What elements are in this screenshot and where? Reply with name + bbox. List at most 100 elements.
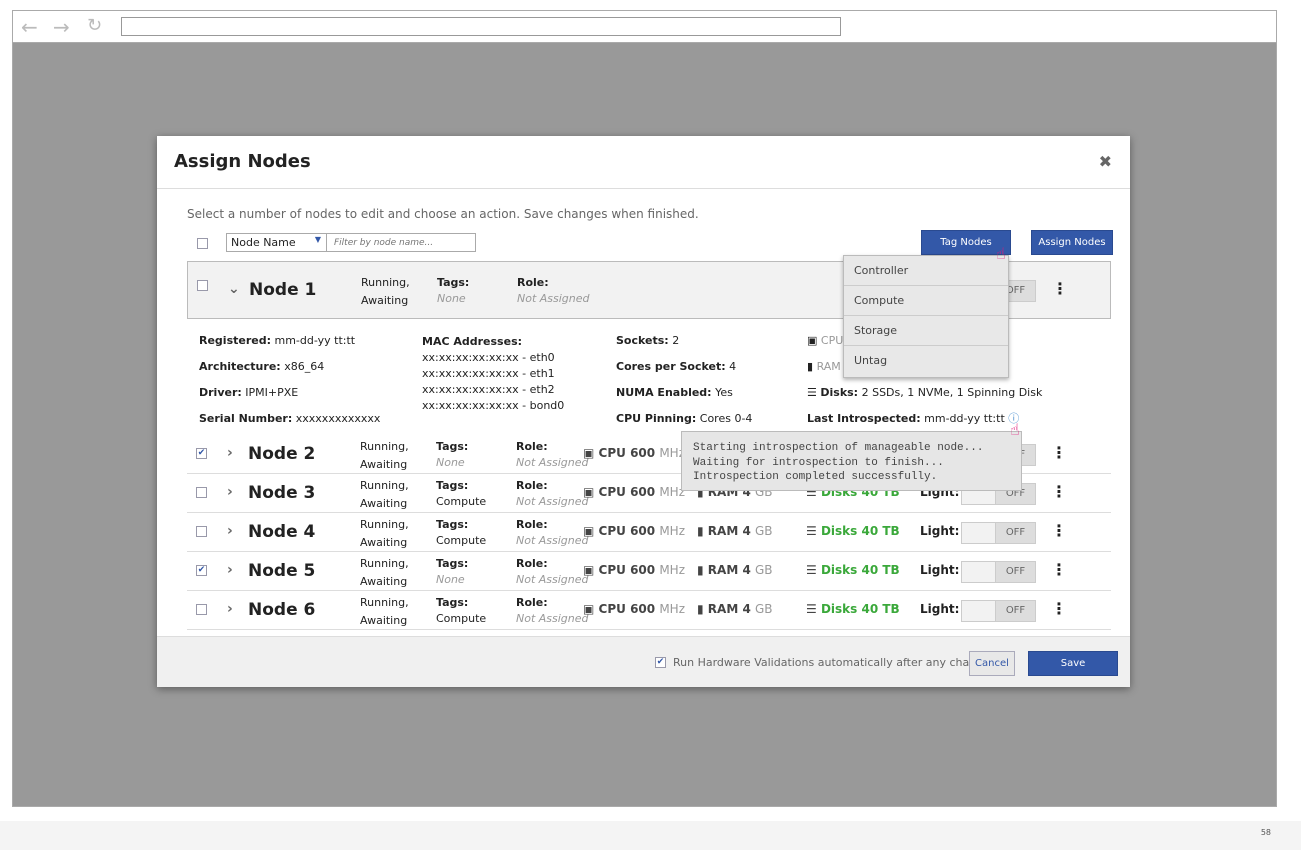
menu-item-controller[interactable]: Controller [844, 256, 1008, 286]
node-checkbox[interactable]: ✔ [196, 565, 207, 576]
cpu-icon: ▣ [583, 485, 595, 499]
reload-icon[interactable]: ↻ [87, 15, 102, 36]
ram-icon: ▮ [807, 360, 814, 373]
node-checkbox[interactable] [196, 487, 207, 498]
select-all-checkbox[interactable] [197, 238, 208, 249]
disks-icon: ☰ [806, 524, 817, 538]
node-status: Running, Awaiting [360, 518, 409, 549]
kebab-menu-icon[interactable]: ⋮ [1051, 482, 1067, 501]
ram-icon: ▮ [697, 563, 704, 577]
node-cpu: ▣ CPU 600 MHz [583, 563, 686, 577]
disks-icon: ☰ [807, 386, 817, 399]
menu-item-storage[interactable]: Storage [844, 316, 1008, 346]
save-button[interactable]: Save [1028, 651, 1118, 676]
divider [157, 188, 1130, 189]
dialog-title: Assign Nodes [174, 151, 311, 172]
chevron-down-icon[interactable]: ⌄ [228, 281, 240, 297]
node-role: Role: Not Assigned [516, 479, 589, 508]
ram-icon: ▮ [697, 602, 704, 616]
sockets: Sockets: 2 [616, 334, 680, 347]
chevron-right-icon[interactable]: › [227, 601, 233, 617]
node-row[interactable]: ✔ › Node 5 Running, Awaiting Tags: None Ro… [187, 552, 1111, 591]
disks-icon: ☰ [806, 563, 817, 577]
light-toggle[interactable]: OFF [961, 561, 1036, 583]
assign-nodes-dialog: Assign Nodes ✖ Select a number of nodes … [157, 136, 1130, 687]
chevron-right-icon[interactable]: › [227, 562, 233, 578]
node-tags: Tags: Compute [436, 596, 487, 625]
node-role: Role: Not Assigned [516, 518, 589, 547]
disks-detail: ☰ Disks: 2 SSDs, 1 NVMe, 1 Spinning Disk [807, 386, 1043, 399]
caret-down-icon: ▼ [314, 235, 321, 244]
node-name[interactable]: Node 4 [248, 522, 315, 542]
filter-input[interactable] [328, 234, 474, 251]
chevron-right-icon[interactable]: › [227, 445, 233, 461]
cores-per-socket: Cores per Socket: 4 [616, 360, 737, 373]
light-toggle[interactable]: OFF [961, 522, 1036, 544]
node-row[interactable]: › Node 6 Running, Awaiting Tags: Compute R… [187, 591, 1111, 630]
node-disks: ☰ Disks 40 TB [806, 563, 900, 577]
node-cpu: ▣ CPU 600 MHz [583, 602, 686, 616]
node-ram: ▮ RAM 4 GB [697, 524, 773, 538]
node-cpu: ▣ CPU 600 MHz [583, 524, 686, 538]
node-status: Running, Awaiting [360, 440, 409, 471]
browser-toolbar: ← → ↻ [13, 11, 1276, 43]
close-icon[interactable]: ✖ [1099, 152, 1112, 171]
disks-icon: ☰ [806, 602, 817, 616]
kebab-menu-icon[interactable]: ⋮ [1051, 599, 1067, 618]
node-tags: Tags: Compute [436, 518, 487, 547]
back-icon[interactable]: ← [21, 15, 38, 39]
node-name[interactable]: Node 5 [248, 561, 315, 581]
cpu-icon: ▣ [583, 563, 595, 577]
node-row[interactable]: › Node 4 Running, Awaiting Tags: Compute R… [187, 513, 1111, 552]
node-status: Running, Awaiting [360, 479, 409, 510]
node-name[interactable]: Node 2 [248, 444, 315, 464]
architecture: Architecture: x86_64 [199, 360, 325, 373]
slide-footer [0, 821, 1301, 850]
node-checkbox[interactable] [197, 279, 208, 291]
cancel-button[interactable]: Cancel [969, 651, 1015, 676]
filter-bar: Node Name ▼ [226, 233, 476, 252]
filter-field-select[interactable]: Node Name ▼ [227, 234, 327, 251]
chevron-right-icon[interactable]: › [227, 484, 233, 500]
node-disks: ☰ Disks 40 TB [806, 524, 900, 538]
cpu-icon: ▣ [583, 446, 595, 460]
numa-enabled: NUMA Enabled: Yes [616, 386, 733, 399]
click-cursor-icon: ☝ [1010, 420, 1020, 439]
menu-item-untag[interactable]: Untag [844, 346, 1008, 376]
node-name[interactable]: Node 6 [248, 600, 315, 620]
kebab-menu-icon[interactable]: ⋮ [1051, 560, 1067, 579]
node-role: Role: Not Assigned [516, 440, 589, 469]
node-cpu: ▣ CPU 600 MHz [583, 485, 686, 499]
menu-item-compute[interactable]: Compute [844, 286, 1008, 316]
node-role: Role: Not Assigned [516, 596, 589, 625]
node-checkbox[interactable] [196, 604, 207, 615]
cpu-icon: ▣ [583, 602, 595, 616]
chevron-right-icon[interactable]: › [227, 523, 233, 539]
mac-addresses: MAC Addresses: xx:xx:xx:xx:xx:xx - eth0 x… [422, 335, 565, 412]
run-validations-label: Run Hardware Validations automatically a… [673, 656, 996, 669]
light-label: Light: [920, 602, 960, 616]
light-toggle[interactable]: OFF [961, 600, 1036, 622]
forward-icon[interactable]: → [53, 15, 70, 39]
node-tags: Tags: None [436, 440, 469, 469]
introspection-tooltip: Starting introspection of manageable nod… [681, 431, 1022, 491]
node-name[interactable]: Node 3 [248, 483, 315, 503]
node-checkbox[interactable] [196, 526, 207, 537]
tag-dropdown-menu: Controller Compute Storage Untag [843, 255, 1009, 378]
node-name[interactable]: Node 1 [249, 280, 316, 300]
kebab-menu-icon[interactable]: ⋮ [1052, 279, 1068, 298]
node-checkbox[interactable]: ✔ [196, 448, 207, 459]
ram-icon: ▮ [697, 524, 704, 538]
assign-nodes-button[interactable]: Assign Nodes [1031, 230, 1113, 255]
kebab-menu-icon[interactable]: ⋮ [1051, 521, 1067, 540]
node-role: Role: Not Assigned [517, 276, 590, 305]
node-cpu: ▣ CPU 600 MHz [583, 446, 686, 460]
run-validations-checkbox[interactable]: ✔ [655, 657, 666, 668]
registered: Registered: mm-dd-yy tt:tt [199, 334, 356, 347]
dialog-footer: ✔ Run Hardware Validations automatically… [157, 636, 1130, 687]
node-ram: ▮ RAM 4 GB [697, 563, 773, 577]
address-bar[interactable] [121, 17, 841, 36]
node-ram: ▮ RAM 4 GB [697, 602, 773, 616]
cpu-pinning: CPU Pinning: Cores 0-4 [616, 412, 753, 425]
kebab-menu-icon[interactable]: ⋮ [1051, 443, 1067, 462]
